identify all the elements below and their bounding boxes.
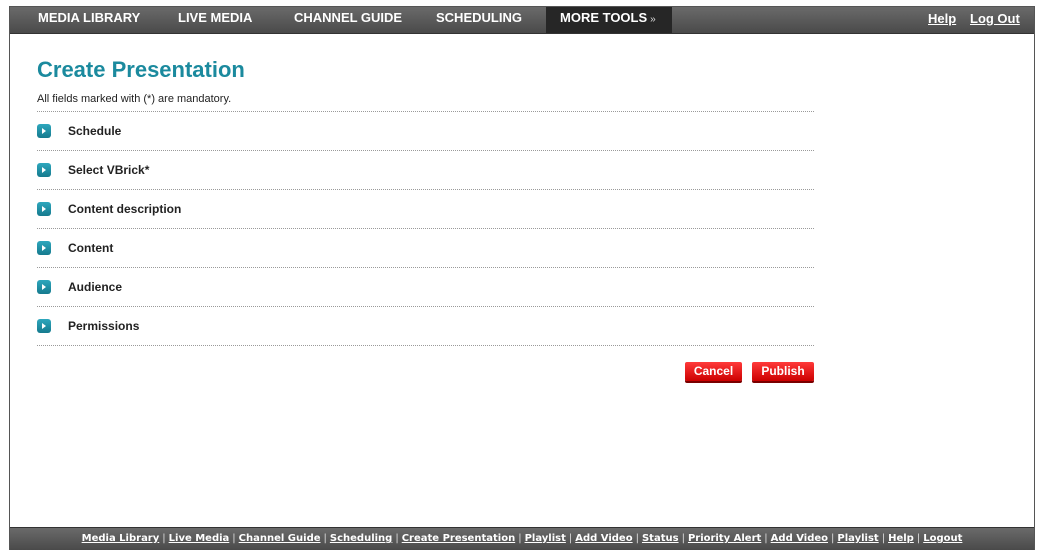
section-select-vbrick[interactable]: Select VBrick* (37, 151, 814, 190)
footer-separator: | (232, 533, 236, 544)
footer-link-priority-alert[interactable]: Priority Alert (688, 533, 761, 544)
section-label: Content (68, 241, 114, 255)
footer-separator: | (681, 533, 685, 544)
nav-scheduling[interactable]: SCHEDULING (424, 7, 534, 33)
section-permissions[interactable]: Permissions (37, 307, 814, 346)
footer-link-live-media[interactable]: Live Media (169, 533, 230, 544)
cancel-button[interactable]: Cancel (685, 362, 742, 381)
footer-separator: | (764, 533, 768, 544)
top-nav-bar: MEDIA LIBRARY LIVE MEDIA CHANNEL GUIDE S… (10, 7, 1034, 34)
app-frame: MEDIA LIBRARY LIVE MEDIA CHANNEL GUIDE S… (9, 6, 1035, 550)
nav-live-media-label: LIVE MEDIA (178, 10, 253, 25)
footer-link-status[interactable]: Status (642, 533, 679, 544)
nav-scheduling-label: SCHEDULING (436, 10, 522, 25)
footer-separator: | (518, 533, 522, 544)
footer-link-playlist[interactable]: Playlist (525, 533, 566, 544)
footer-link-media-library[interactable]: Media Library (82, 533, 160, 544)
section-label: Schedule (68, 124, 122, 138)
nav-media-library-label: MEDIA LIBRARY (38, 10, 141, 25)
footer-link-add-video[interactable]: Add Video (575, 533, 632, 544)
footer-separator: | (395, 533, 399, 544)
footer-separator: | (831, 533, 835, 544)
nav-media-library[interactable]: MEDIA LIBRARY (26, 7, 152, 33)
section-audience[interactable]: Audience (37, 268, 814, 307)
footer-link-help[interactable]: Help (888, 533, 914, 544)
nav-more-tools-label: MORE TOOLS (560, 10, 648, 25)
section-content[interactable]: Content (37, 229, 814, 268)
footer-link-logout[interactable]: Logout (923, 533, 962, 544)
footer-link-scheduling[interactable]: Scheduling (330, 533, 392, 544)
presentation-sections: Schedule Select VBrick* Content descript… (37, 111, 814, 346)
expand-arrow-icon[interactable] (37, 280, 51, 294)
chevron-down-icon: » (650, 14, 656, 25)
section-label: Content description (68, 202, 182, 216)
footer-link-channel-guide[interactable]: Channel Guide (239, 533, 321, 544)
mandatory-note: All fields marked with (*) are mandatory… (37, 93, 232, 105)
nav-channel-guide-label: CHANNEL GUIDE (294, 10, 403, 25)
footer-links-bar: Media Library | Live Media | Channel Guide | S… (10, 527, 1034, 550)
expand-arrow-icon[interactable] (37, 124, 51, 138)
footer-separator: | (635, 533, 639, 544)
footer-separator: | (916, 533, 921, 544)
footer-separator: | (323, 533, 327, 544)
footer-separator: | (568, 533, 573, 544)
expand-arrow-icon[interactable] (37, 319, 51, 333)
page-title: Create Presentation (37, 57, 245, 82)
section-label: Audience (68, 280, 123, 294)
help-link[interactable]: Help (928, 7, 956, 33)
expand-arrow-icon[interactable] (37, 241, 51, 255)
section-label: Permissions (68, 319, 140, 333)
footer-separator: | (881, 533, 886, 544)
logout-link[interactable]: Log Out (970, 7, 1020, 33)
footer-link-add-video-2[interactable]: Add Video (771, 533, 828, 544)
section-content-description[interactable]: Content description (37, 190, 814, 229)
nav-more-tools[interactable]: MORE TOOLS» (546, 7, 672, 33)
footer-link-playlist-2[interactable]: Playlist (837, 533, 878, 544)
publish-button[interactable]: Publish (752, 362, 814, 381)
section-label: Select VBrick* (68, 163, 150, 177)
nav-live-media[interactable]: LIVE MEDIA (166, 7, 264, 33)
nav-channel-guide[interactable]: CHANNEL GUIDE (282, 7, 414, 33)
expand-arrow-icon[interactable] (37, 202, 51, 216)
footer-separator: | (162, 533, 166, 544)
footer-link-create-presentation[interactable]: Create Presentation (402, 533, 515, 544)
section-schedule[interactable]: Schedule (37, 112, 814, 151)
expand-arrow-icon[interactable] (37, 163, 51, 177)
